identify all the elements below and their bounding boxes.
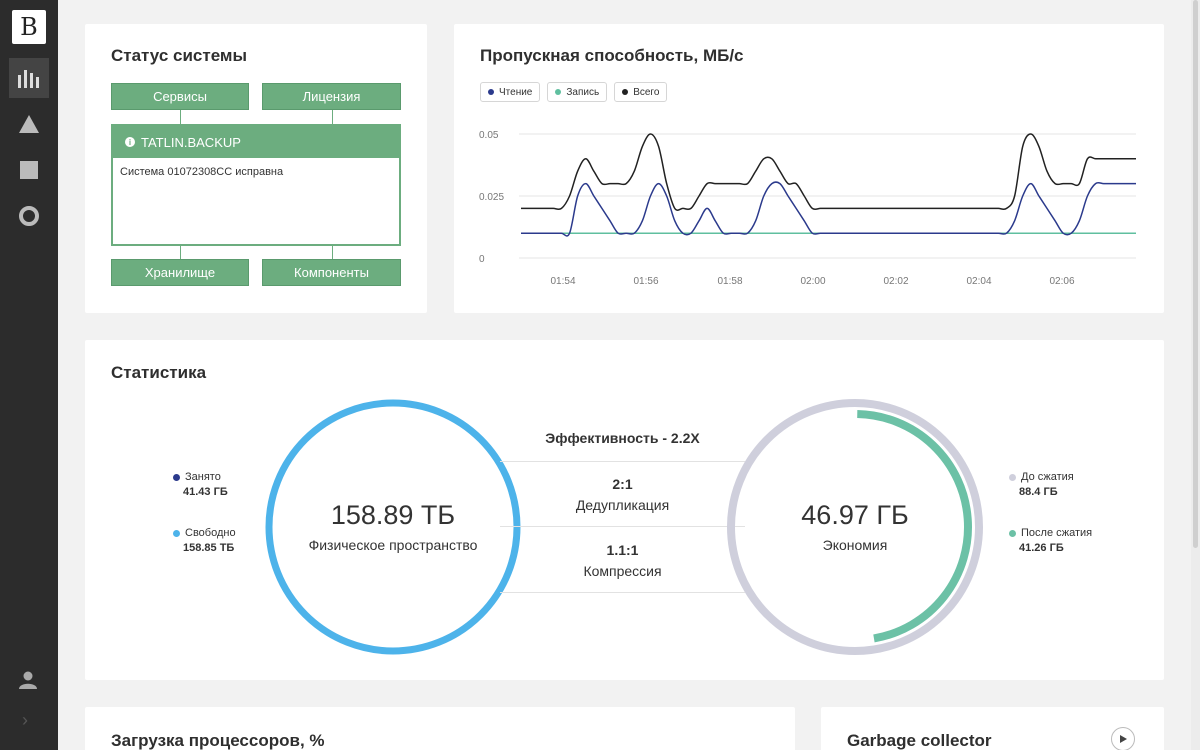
cpu-load-card: Загрузка процессоров, % — [85, 707, 795, 750]
x-tick-label: 02:04 — [966, 276, 991, 287]
connector — [332, 110, 333, 124]
backup-header: i TATLIN.BACKUP — [113, 126, 399, 158]
legend-dot — [488, 89, 494, 95]
y-tick-label: 0 — [479, 254, 485, 265]
physical-space-text: 158.89 ТБ Физическое пространство — [273, 500, 513, 553]
nav-triangle[interactable] — [9, 104, 49, 144]
square-icon — [20, 161, 38, 179]
before-dot — [1009, 473, 1016, 481]
x-tick-label: 01:54 — [550, 276, 575, 287]
play-icon — [1120, 735, 1127, 743]
system-status-card: Статус системы Сервисы Лицензия i TATLIN… — [85, 24, 427, 313]
after-value: 41.26 ГБ — [1019, 542, 1064, 554]
y-tick-label: 0.025 — [479, 192, 504, 203]
x-tick-label: 02:00 — [800, 276, 825, 287]
services-button[interactable]: Сервисы — [111, 83, 249, 110]
before-legend: До сжатия 88.4 ГБ — [1009, 471, 1074, 498]
expand-sidebar-button[interactable]: › — [22, 710, 28, 731]
user-icon — [19, 671, 37, 689]
storage-button[interactable]: Хранилище — [111, 259, 249, 286]
legend-label: Всего — [633, 86, 660, 98]
physical-space-value: 158.89 ТБ — [330, 500, 456, 530]
bar-chart-icon — [18, 70, 39, 88]
legend-label: Чтение — [499, 86, 533, 98]
legend-dot — [555, 89, 562, 95]
sidebar: B › — [0, 0, 58, 750]
backup-title: TATLIN.BACKUP — [141, 134, 241, 150]
card-title: Garbage collector — [847, 731, 992, 750]
free-label: Свободно — [185, 527, 236, 539]
backup-node[interactable]: i TATLIN.BACKUP Система 01072308CC испра… — [111, 124, 401, 246]
license-button[interactable]: Лицензия — [262, 83, 401, 110]
used-dot — [173, 473, 180, 481]
backup-message: Система 01072308CC исправна — [120, 166, 284, 178]
components-button[interactable]: Компоненты — [262, 259, 401, 286]
garbage-collector-card: Garbage collector — [821, 707, 1164, 750]
legend-label: Запись — [566, 86, 600, 98]
dedup-ratio: 2:1 — [612, 476, 633, 492]
divider — [500, 461, 745, 462]
divider — [500, 526, 745, 527]
connector — [332, 246, 333, 260]
after-legend: После сжатия 41.26 ГБ — [1009, 527, 1092, 554]
statistics-card: Статистика Занято 41.43 ГБ Свободно 158.… — [85, 340, 1164, 680]
gc-run-button[interactable] — [1111, 727, 1135, 750]
card-title: Загрузка процессоров, % — [111, 731, 325, 750]
legend-total[interactable]: Всего — [614, 82, 668, 102]
connector — [180, 110, 181, 124]
x-tick-label: 02:06 — [1049, 276, 1074, 287]
compress-block: 1.1:1 Компрессия — [500, 542, 745, 579]
legend-dot — [622, 89, 629, 95]
after-dot — [1009, 529, 1016, 537]
savings-text: 46.97 ГБ Экономия — [735, 500, 975, 553]
triangle-icon — [19, 115, 39, 133]
compress-label: Компрессия — [583, 563, 662, 579]
efficiency-title: Эффективность - 2.2X — [545, 430, 700, 446]
used-value: 41.43 ГБ — [183, 486, 228, 498]
x-tick-label: 02:02 — [883, 276, 908, 287]
app-logo[interactable]: B — [12, 10, 46, 44]
nav-circle[interactable] — [9, 196, 49, 236]
info-icon: i — [125, 137, 135, 147]
throughput-card: Пропускная способность, МБ/с Чтение Запи… — [454, 24, 1164, 313]
divider — [500, 592, 745, 593]
before-label: До сжатия — [1021, 471, 1074, 483]
legend-write[interactable]: Запись — [547, 82, 608, 102]
y-tick-label: 0.05 — [479, 130, 499, 141]
free-value: 158.85 ТБ — [183, 542, 235, 554]
x-tick-label: 01:56 — [633, 276, 658, 287]
nav-dashboard[interactable] — [9, 58, 49, 98]
savings-value: 46.97 ГБ — [801, 500, 909, 530]
savings-label: Экономия — [822, 537, 888, 553]
series-line-total — [521, 133, 1136, 211]
nav-square[interactable] — [9, 150, 49, 190]
chart-legend: Чтение Запись Всего — [480, 82, 668, 102]
compress-ratio: 1.1:1 — [606, 542, 639, 558]
circle-icon — [19, 206, 39, 226]
physical-space-label: Физическое пространство — [308, 537, 478, 553]
scrollbar-thumb[interactable] — [1193, 0, 1198, 548]
card-title: Статистика — [111, 363, 207, 382]
free-dot — [173, 529, 180, 537]
before-value: 88.4 ГБ — [1019, 486, 1058, 498]
dedup-block: 2:1 Дедупликация — [500, 476, 745, 513]
after-label: После сжатия — [1021, 527, 1093, 539]
connector — [180, 246, 181, 260]
used-label: Занято — [185, 471, 221, 483]
card-title: Статус системы — [111, 46, 248, 65]
used-legend: Занято 41.43 ГБ — [173, 471, 228, 498]
throughput-chart: 0.05 0.025 0 01:54 01:56 01:58 02:00 02:02 02:04… — [479, 130, 1136, 287]
chart-title: Пропускная способность, МБ/с — [480, 46, 744, 65]
chevron-right-icon: › — [22, 710, 28, 730]
x-tick-label: 01:58 — [717, 276, 742, 287]
dedup-label: Дедупликация — [575, 497, 670, 513]
free-legend: Свободно 158.85 ТБ — [173, 527, 236, 554]
legend-read[interactable]: Чтение — [480, 82, 541, 102]
user-button[interactable] — [18, 670, 38, 695]
